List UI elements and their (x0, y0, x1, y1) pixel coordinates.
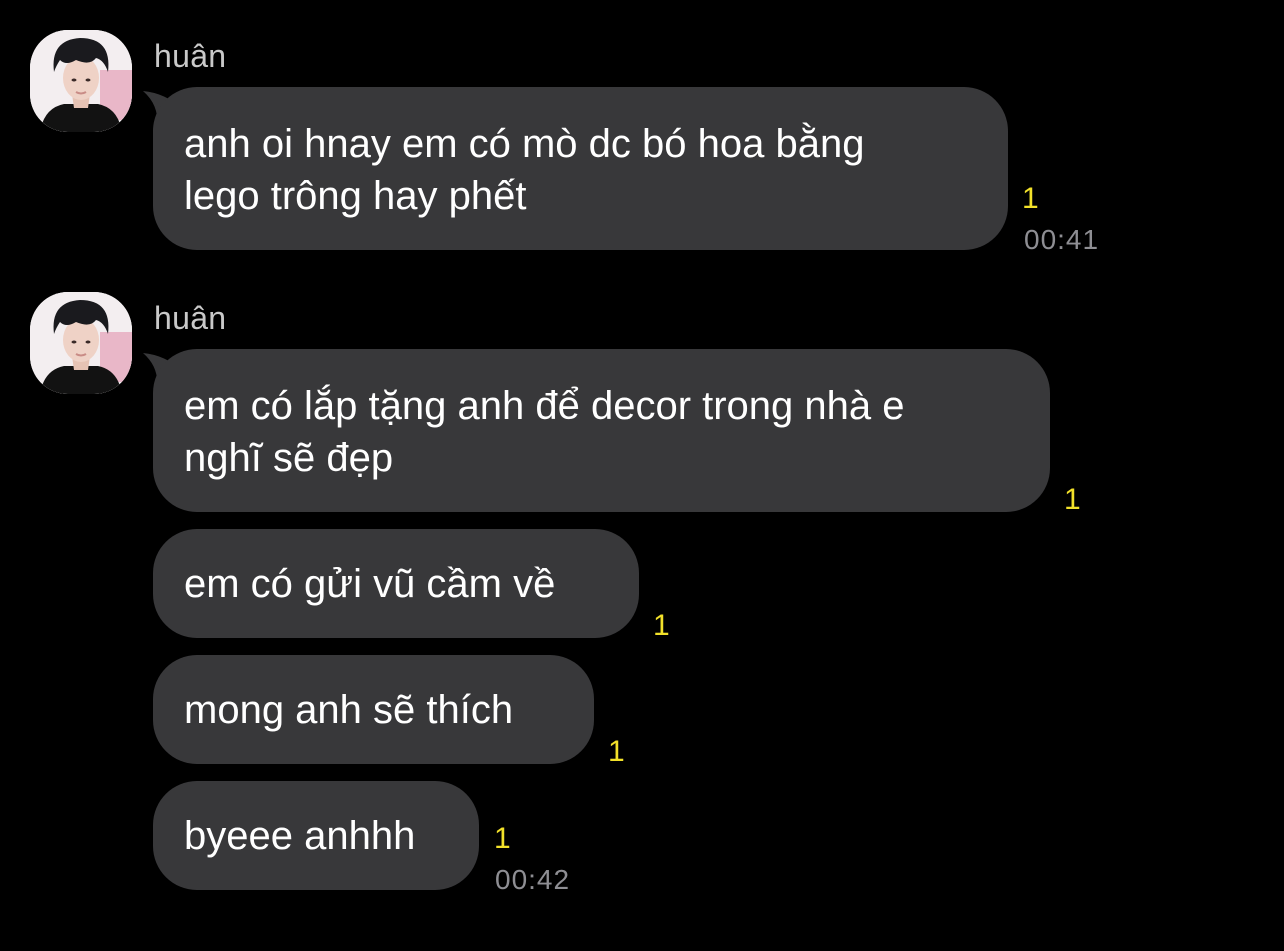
chat-screen: huân anh oi hnay em có mò dc bó hoa bằng… (0, 0, 1284, 951)
profile-photo-icon (30, 292, 132, 394)
message-bubble[interactable]: anh oi hnay em có mò dc bó hoa bằng lego… (153, 87, 1008, 250)
message-timestamp: 00:42 (495, 864, 571, 895)
message-bubble[interactable]: mong anh sẽ thích (153, 655, 594, 764)
message-text-line: em có lắp tặng anh để decor trong nhà e (184, 384, 905, 428)
message-text-line: lego trông hay phết (184, 174, 527, 218)
sender-name: huân (154, 38, 227, 74)
unread-count: 1 (1022, 182, 1039, 215)
message-text-line: nghĩ sẽ đẹp (184, 436, 394, 480)
message-text-line: anh oi hnay em có mò dc bó hoa bằng (184, 122, 865, 166)
unread-count: 1 (653, 609, 670, 642)
sender-avatar[interactable] (30, 30, 132, 132)
message-text-line: mong anh sẽ thích (184, 688, 514, 732)
profile-photo-icon (30, 30, 132, 132)
message-bubble[interactable]: em có gửi vũ cầm về (153, 529, 639, 638)
message-bubble[interactable]: byeee anhhh (153, 781, 479, 890)
message-text-line: byeee anhhh (184, 814, 416, 858)
message-bubble[interactable]: em có lắp tặng anh để decor trong nhà e … (153, 349, 1050, 512)
sender-avatar[interactable] (30, 292, 132, 394)
unread-count: 1 (1064, 483, 1081, 516)
sender-name: huân (154, 300, 227, 336)
message-text-line: em có gửi vũ cầm về (184, 562, 556, 606)
unread-count: 1 (494, 822, 511, 855)
unread-count: 1 (608, 735, 625, 768)
message-timestamp: 00:41 (1024, 224, 1100, 255)
